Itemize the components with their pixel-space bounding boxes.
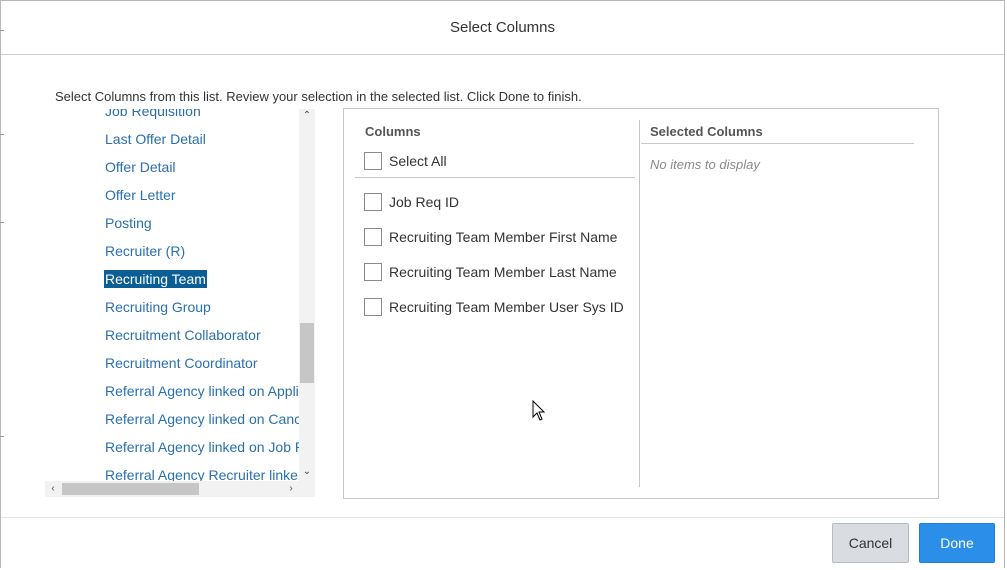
background-edge-mark: [0, 30, 4, 31]
tree-item-offer-detail[interactable]: Offer Detail: [105, 158, 176, 176]
select-all-label: Select All: [389, 153, 447, 169]
dialog-footer: Cancel Done: [1, 517, 1004, 569]
column-label: Job Req ID: [389, 194, 460, 210]
select-all-row[interactable]: Select All: [364, 150, 447, 172]
tree-list: Job Requisition Last Offer Detail Offer …: [45, 109, 299, 481]
tree-item-recruiting-team[interactable]: Recruiting Team: [104, 270, 207, 288]
mouse-pointer-icon: [532, 400, 546, 421]
instructions-text: Select Columns from this list. Review yo…: [55, 89, 582, 104]
chevron-up-icon[interactable]: ⌃: [299, 109, 315, 123]
select-all-divider: [355, 177, 635, 178]
dialog-header: Select Columns: [1, 1, 1004, 55]
selected-columns-header: Selected Columns: [650, 124, 763, 139]
tree-item-recruitment-coordinator[interactable]: Recruitment Coordinator: [105, 354, 258, 372]
tree-horizontal-scrollbar[interactable]: ‹ ›: [45, 481, 299, 497]
selected-header-divider: [641, 143, 914, 144]
column-checkbox[interactable]: [364, 193, 382, 211]
background-edge-mark: [0, 436, 4, 437]
columns-header: Columns: [365, 124, 421, 139]
column-row-member-user-sys-id[interactable]: Recruiting Team Member User Sys ID: [364, 296, 624, 318]
chevron-right-icon[interactable]: ›: [283, 481, 299, 497]
select-all-checkbox[interactable]: [364, 152, 382, 170]
column-checkbox[interactable]: [364, 298, 382, 316]
no-items-text: No items to display: [650, 157, 760, 172]
tree-item-last-offer-detail[interactable]: Last Offer Detail: [105, 130, 206, 148]
tree-item-referral-agency-job[interactable]: Referral Agency linked on Job R: [105, 438, 299, 456]
column-label: Recruiting Team Member User Sys ID: [389, 299, 624, 315]
cancel-button[interactable]: Cancel: [832, 523, 909, 563]
column-row-job-req-id[interactable]: Job Req ID: [364, 191, 459, 213]
horizontal-scroll-thumb[interactable]: [62, 483, 199, 495]
tree-item-offer-letter[interactable]: Offer Letter: [105, 186, 176, 204]
column-group-tree: Job Requisition Last Offer Detail Offer …: [45, 109, 315, 497]
tree-vertical-scrollbar[interactable]: ⌃ ⌄: [299, 109, 315, 481]
column-row-member-first-name[interactable]: Recruiting Team Member First Name: [364, 226, 617, 248]
column-label: Recruiting Team Member First Name: [389, 229, 618, 245]
chevron-down-icon[interactable]: ⌄: [299, 465, 315, 479]
tree-item-referral-agency-recruiter[interactable]: Referral Agency Recruiter linke: [105, 466, 298, 481]
tree-item-recruitment-collaborator[interactable]: Recruitment Collaborator: [105, 326, 261, 344]
column-checkbox[interactable]: [364, 263, 382, 281]
background-edge-mark: [0, 222, 4, 223]
columns-selection-box: Columns Selected Columns Select All Job …: [343, 108, 939, 499]
columns-divider: [639, 120, 640, 487]
tree-item-referral-agency-candidate[interactable]: Referral Agency linked on Canc: [105, 410, 299, 428]
tree-item-recruiting-group[interactable]: Recruiting Group: [105, 298, 211, 316]
done-button[interactable]: Done: [919, 523, 995, 563]
dialog-title: Select Columns: [449, 19, 556, 36]
background-edge-mark: [0, 134, 4, 135]
tree-item-posting[interactable]: Posting: [105, 214, 152, 232]
column-checkbox[interactable]: [364, 228, 382, 246]
column-row-member-last-name[interactable]: Recruiting Team Member Last Name: [364, 261, 617, 283]
tree-item-job-requisition[interactable]: Job Requisition: [105, 109, 201, 120]
chevron-left-icon[interactable]: ‹: [45, 481, 61, 497]
column-label: Recruiting Team Member Last Name: [389, 264, 617, 280]
vertical-scroll-thumb[interactable]: [300, 323, 314, 383]
scrollbar-corner: [299, 481, 315, 497]
tree-item-referral-agency-application[interactable]: Referral Agency linked on Appli: [105, 382, 299, 400]
select-columns-dialog: Select Columns Select Columns from this …: [0, 0, 1005, 569]
tree-item-recruiter[interactable]: Recruiter (R): [105, 242, 185, 260]
